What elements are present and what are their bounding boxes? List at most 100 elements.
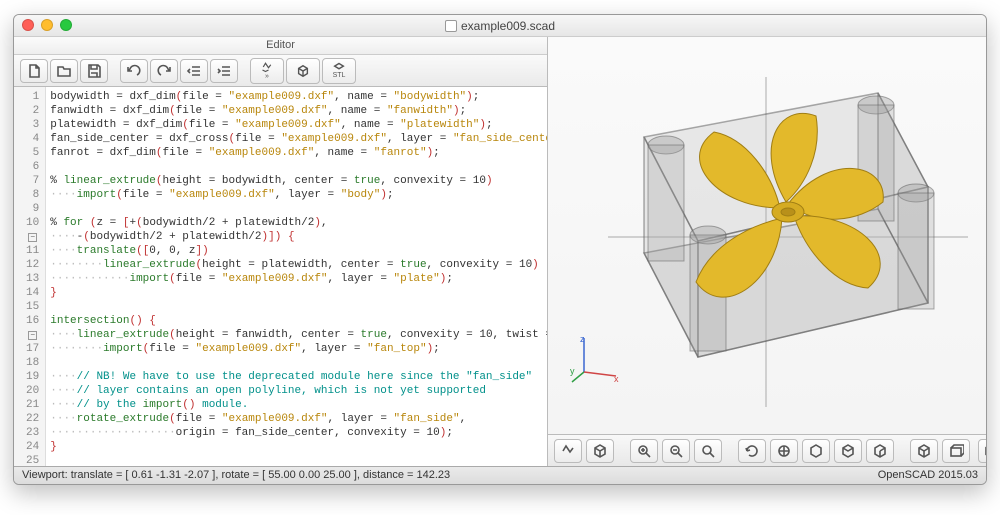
code-line[interactable]: ····// by the import() module. — [50, 398, 543, 412]
line-number[interactable]: 8 — [18, 188, 39, 202]
view-top-button[interactable] — [834, 439, 862, 463]
line-number[interactable]: 10 — [18, 216, 39, 230]
redo-button[interactable] — [150, 59, 178, 83]
line-number[interactable]: 12 — [18, 258, 39, 272]
code-area[interactable]: bodywidth = dxf_dim(file = "example009.d… — [46, 87, 547, 466]
line-number[interactable]: 20 — [18, 384, 39, 398]
3d-viewport[interactable]: z y x — [548, 37, 987, 434]
code-line[interactable]: platewidth = dxf_dim(file = "example009.… — [50, 118, 543, 132]
window-zoom-button[interactable] — [60, 19, 72, 31]
line-number[interactable]: −17 — [18, 328, 39, 356]
code-line[interactable]: fanwidth = dxf_dim(file = "example009.dx… — [50, 104, 543, 118]
svg-text:y: y — [570, 366, 575, 376]
render-button[interactable] — [286, 58, 320, 84]
viewer-toolbar — [548, 434, 987, 466]
show-axes-button[interactable] — [770, 439, 798, 463]
code-line[interactable]: ····// NB! We have to use the deprecated… — [50, 370, 543, 384]
code-line[interactable]: ····// layer contains an open polyline, … — [50, 384, 543, 398]
code-line[interactable]: bodywidth = dxf_dim(file = "example009.d… — [50, 90, 543, 104]
line-number[interactable]: 7 — [18, 174, 39, 188]
statusbar: Viewport: translate = [ 0.61 -1.31 -2.07… — [14, 466, 986, 484]
line-number[interactable]: 16 — [18, 314, 39, 328]
line-number[interactable]: 6 — [18, 160, 39, 174]
line-number[interactable]: 14 — [18, 286, 39, 300]
vp-preview-button[interactable] — [554, 439, 582, 463]
editor-toolbar: » STL — [14, 55, 547, 87]
code-line[interactable]: } — [50, 440, 543, 454]
vp-render-button[interactable] — [586, 439, 614, 463]
viewer-pane: z y x — [548, 37, 987, 466]
line-number[interactable]: 24 — [18, 440, 39, 454]
line-number[interactable]: 4 — [18, 132, 39, 146]
undo-button[interactable] — [120, 59, 148, 83]
zoom-in-button[interactable] — [630, 439, 658, 463]
svg-text:x: x — [614, 374, 619, 384]
line-number[interactable]: 25 — [18, 454, 39, 466]
line-number[interactable]: 9 — [18, 202, 39, 216]
code-line[interactable]: ····import(file = "example009.dxf", laye… — [50, 188, 543, 202]
preview-button[interactable]: » — [250, 58, 284, 84]
orthogonal-button[interactable] — [942, 439, 970, 463]
code-line[interactable]: ········linear_extrude(height = platewid… — [50, 258, 543, 272]
line-number[interactable]: 13 — [18, 272, 39, 286]
window-title: example009.scad — [445, 19, 555, 33]
line-number[interactable]: 15 — [18, 300, 39, 314]
indent-button[interactable] — [210, 59, 238, 83]
window-close-button[interactable] — [22, 19, 34, 31]
line-number[interactable]: 19 — [18, 370, 39, 384]
code-line[interactable] — [50, 454, 543, 466]
document-icon — [445, 20, 457, 32]
code-line[interactable]: ····linear_extrude(height = fanwidth, ce… — [50, 328, 543, 342]
line-number[interactable]: 2 — [18, 104, 39, 118]
save-button[interactable] — [80, 59, 108, 83]
view-right-button[interactable] — [866, 439, 894, 463]
code-line[interactable]: % linear_extrude(height = bodywidth, cen… — [50, 174, 543, 188]
code-line[interactable]: } — [50, 286, 543, 300]
axes-indicator: z y x — [570, 332, 622, 384]
window-title-text: example009.scad — [461, 19, 555, 33]
reset-view-button[interactable] — [738, 439, 766, 463]
code-line[interactable]: % for (z = [+(bodywidth/2 + platewidth/2… — [50, 216, 543, 230]
line-number[interactable]: 22 — [18, 412, 39, 426]
line-number[interactable]: −11 — [18, 230, 39, 258]
export-stl-button[interactable]: STL — [322, 58, 356, 84]
code-line[interactable]: ····translate([0, 0, z]) — [50, 244, 543, 258]
code-line[interactable]: fanrot = dxf_dim(file = "example009.dxf"… — [50, 146, 543, 160]
code-line[interactable]: ····rotate_extrude(file = "example009.dx… — [50, 412, 543, 426]
more-button[interactable] — [978, 439, 987, 463]
code-line[interactable] — [50, 202, 543, 216]
view-front-button[interactable] — [802, 439, 830, 463]
code-line[interactable]: ········import(file = "example009.dxf", … — [50, 342, 543, 356]
code-line[interactable]: ············import(file = "example009.dx… — [50, 272, 543, 286]
svg-text:z: z — [580, 334, 585, 344]
code-line[interactable] — [50, 300, 543, 314]
app-window: example009.scad Editor » STL 12345678 — [13, 14, 987, 485]
code-line[interactable]: ···················origin = fan_side_cen… — [50, 426, 543, 440]
perspective-button[interactable] — [910, 439, 938, 463]
line-number[interactable]: 3 — [18, 118, 39, 132]
stl-label: STL — [333, 72, 346, 79]
code-line[interactable]: intersection() { — [50, 314, 543, 328]
titlebar[interactable]: example009.scad — [14, 15, 986, 37]
zoom-out-button[interactable] — [662, 439, 690, 463]
line-number[interactable]: 5 — [18, 146, 39, 160]
new-button[interactable] — [20, 59, 48, 83]
line-number[interactable]: 23 — [18, 426, 39, 440]
zoom-fit-button[interactable] — [694, 439, 722, 463]
line-number[interactable]: 18 — [18, 356, 39, 370]
line-number[interactable]: 1 — [18, 90, 39, 104]
editor-header: Editor — [14, 37, 547, 55]
editor-pane: Editor » STL 12345678910−111213141516−17… — [14, 37, 548, 466]
viewport-status: Viewport: translate = [ 0.61 -1.31 -2.07… — [22, 467, 450, 484]
code-line[interactable]: fan_side_center = dxf_cross(file = "exam… — [50, 132, 543, 146]
code-editor[interactable]: 12345678910−111213141516−171819202122232… — [14, 87, 547, 466]
version-label: OpenSCAD 2015.03 — [878, 467, 978, 484]
code-line[interactable] — [50, 160, 543, 174]
window-minimize-button[interactable] — [41, 19, 53, 31]
unindent-button[interactable] — [180, 59, 208, 83]
code-line[interactable] — [50, 356, 543, 370]
line-gutter[interactable]: 12345678910−111213141516−171819202122232… — [14, 87, 46, 466]
open-button[interactable] — [50, 59, 78, 83]
line-number[interactable]: 21 — [18, 398, 39, 412]
code-line[interactable]: ····-(bodywidth/2 + platewidth/2)]) { — [50, 230, 543, 244]
